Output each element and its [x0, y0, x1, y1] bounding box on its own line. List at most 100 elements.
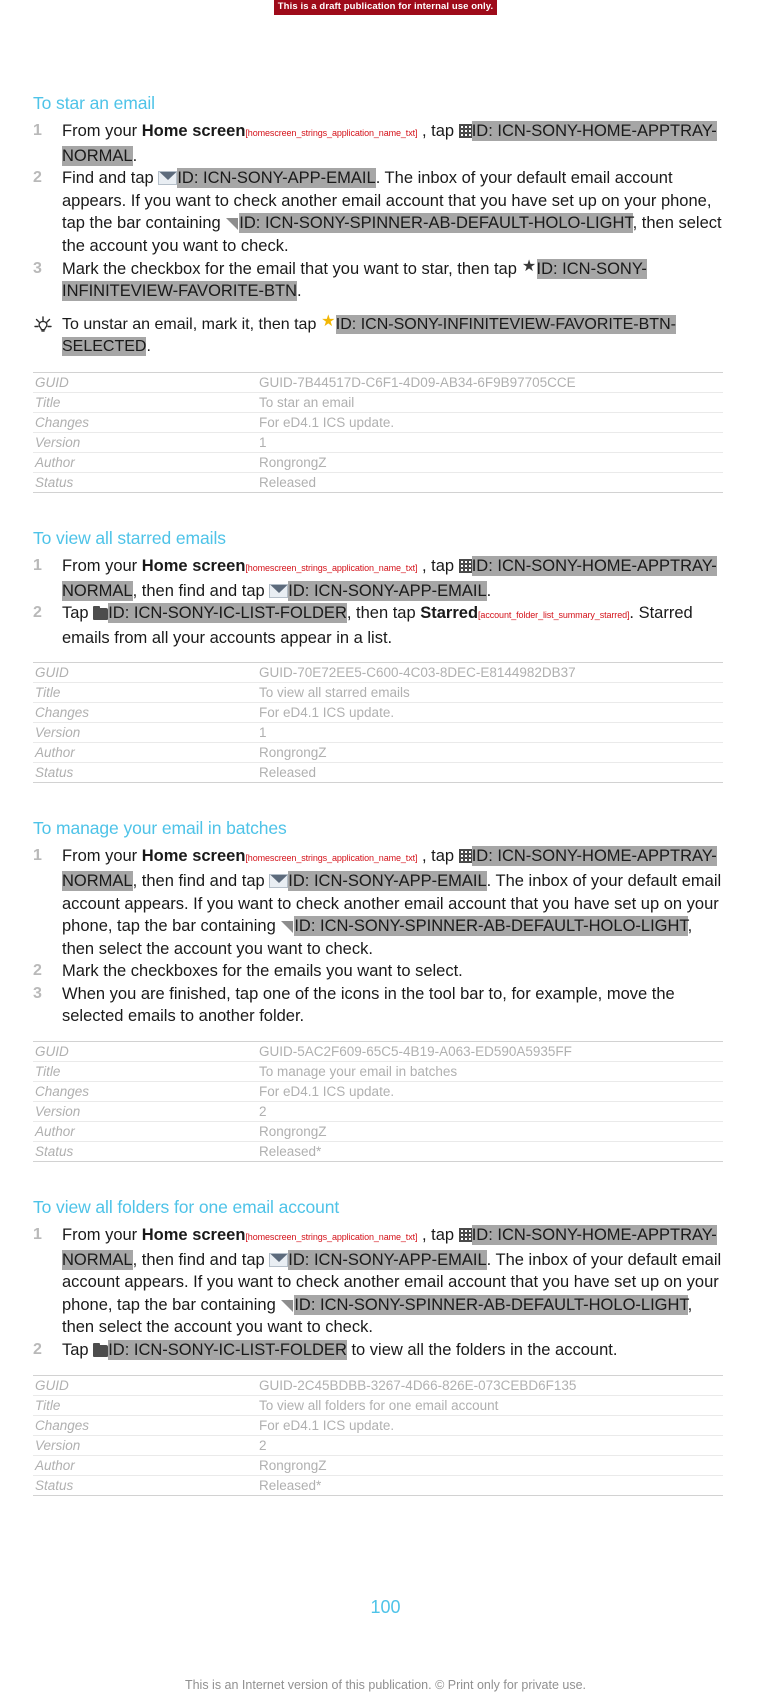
- step-text: From your Home screen[homescreen_strings…: [62, 846, 721, 958]
- emphasis-text: Home screen: [141, 556, 246, 575]
- icon-id-highlight: ID: ICN-SONY-APP-EMAIL: [177, 168, 376, 189]
- folder-icon: [93, 606, 109, 621]
- table-row: Status Released: [33, 471, 723, 493]
- table-row: Changes For eD4.1 ICS update.: [33, 411, 723, 433]
- metadata-value-status: Released: [257, 471, 723, 493]
- icon-id-highlight: ID: ICN-SONY-IC-LIST-FOLDER: [108, 1340, 347, 1361]
- table-row: Title To view all folders for one email a…: [33, 1394, 723, 1416]
- step-number: 3: [33, 984, 42, 1002]
- metadata-value-guid: GUID-7B44517D-C6F1-4D09-AB34-6F9B97705CC…: [259, 374, 576, 390]
- metadata-table: GUID GUID-70E72EE5-C600-4C03-8DEC-E814498…: [33, 662, 723, 784]
- metadata-label-version: Version: [33, 431, 257, 453]
- step-item: 1 From your Home screen[homescreen_string…: [33, 845, 723, 960]
- step-number: 1: [33, 556, 42, 574]
- step-item: 2 Tap ID: ICN-SONY-IC-LIST-FOLDER, then t…: [33, 602, 723, 649]
- table-row: Version 1: [33, 431, 723, 453]
- footer-note: This is an Internet version of this publ…: [184, 1678, 587, 1692]
- body-text: .: [486, 581, 492, 600]
- table-row: Author RongrongZ: [33, 451, 723, 473]
- document-body: To star an email 1 From your Home screen[h…: [33, 92, 723, 1530]
- step-number: 1: [33, 1226, 42, 1244]
- table-row: Status Released*: [33, 1474, 723, 1496]
- icon-id-highlight: ID: ICN-SONY-APP-EMAIL: [288, 580, 487, 601]
- apptray-icon: [458, 124, 472, 138]
- email-icon: [269, 583, 289, 598]
- metadata-value-guid: GUID-70E72EE5-C600-4C03-8DEC-E8144982DB3…: [259, 665, 576, 681]
- metadata-label-guid: GUID: [35, 1044, 69, 1060]
- body-text: From your: [62, 1226, 142, 1245]
- body-text: , then find and tap: [132, 871, 270, 890]
- metadata-label-status: Status: [33, 762, 257, 783]
- body-text: , tap: [417, 556, 459, 575]
- metadata-value-status: Released*: [257, 1474, 723, 1496]
- table-row: Author RongrongZ: [33, 1454, 723, 1476]
- draft-banner-text: This is a draft publication for internal…: [273, 0, 498, 15]
- metadata-label-version: Version: [33, 1101, 257, 1122]
- table-row: Changes For eD4.1 ICS update.: [33, 1414, 723, 1436]
- body-text: Tap: [62, 1341, 94, 1360]
- step-item: 3 Mark the checkbox for the email that yo…: [33, 258, 723, 303]
- draft-banner: This is a draft publication for internal…: [0, 0, 771, 15]
- body-text: .: [296, 282, 302, 301]
- body-text: , then find and tap: [132, 1250, 270, 1269]
- table-row: Title To star an email: [33, 391, 723, 413]
- metadata-table: GUID GUID-7B44517D-C6F1-4D09-AB34-6F9B977…: [33, 371, 723, 493]
- apptray-icon: [458, 849, 472, 864]
- metadata-value-title: To star an email: [257, 391, 723, 413]
- table-row: Author RongrongZ: [33, 1121, 723, 1142]
- metadata-value-author: RongrongZ: [257, 1454, 723, 1476]
- step-list: 1 From your Home screen[homescreen_string…: [33, 120, 723, 303]
- step-list: 1 From your Home screen[homescreen_string…: [33, 555, 723, 649]
- metadata-value-title: To view all folders for one email accoun…: [257, 1394, 723, 1416]
- body-text: Find and tap: [62, 169, 159, 188]
- string-id-annotation: [homescreen_strings_application_name_txt…: [245, 128, 418, 138]
- icon-id-highlight: ID: ICN-SONY-IC-LIST-FOLDER: [108, 603, 347, 624]
- folder-icon: [93, 1343, 109, 1358]
- section-heading: To view all starred emails: [33, 527, 226, 548]
- body-text: , then tap: [346, 604, 421, 623]
- step-text: When you are finished, tap one of the ic…: [62, 985, 675, 1026]
- section-heading: To manage your email in batches: [33, 818, 287, 839]
- table-row: Author RongrongZ: [33, 742, 723, 763]
- metadata-label-title: Title: [33, 391, 257, 413]
- icon-id-highlight: ID: ICN-SONY-SPINNER-AB-DEFAULT-HOLO-LIG…: [294, 1294, 688, 1315]
- string-id-annotation: [homescreen_strings_application_name_txt…: [245, 562, 418, 573]
- body-text: Mark the checkboxes for the emails you w…: [62, 962, 463, 981]
- procedure-section: To view all folders for one email accoun…: [33, 1196, 723, 1530]
- step-number: 1: [33, 122, 42, 139]
- star-gold-icon: ★: [321, 312, 336, 330]
- metadata-label-version: Version: [33, 722, 257, 743]
- emphasis-text: Home screen: [141, 847, 246, 866]
- metadata-value-author: RongrongZ: [257, 742, 723, 763]
- metadata-label-author: Author: [33, 742, 257, 763]
- step-text: Tap ID: ICN-SONY-IC-LIST-FOLDER, then ta…: [62, 603, 693, 647]
- step-item: 1 From your Home screen[homescreen_string…: [33, 120, 723, 167]
- step-number: 2: [33, 962, 42, 980]
- tip-text: To unstar an email, mark it, then tap ★ I…: [62, 312, 676, 357]
- metadata-value-changes: For eD4.1 ICS update.: [257, 1414, 723, 1436]
- body-text: To unstar an email, mark it, then tap: [62, 315, 321, 333]
- emphasis-text: Home screen: [141, 1226, 246, 1245]
- body-text: .: [132, 146, 138, 165]
- body-text: , tap: [417, 122, 459, 140]
- metadata-label-title: Title: [33, 1394, 257, 1416]
- procedure-section: To manage your email in batches 1 From you…: [33, 817, 723, 1196]
- metadata-value-guid: GUID-2C45BDBB-3267-4D66-826E-073CEBD6F13…: [259, 1377, 577, 1393]
- metadata-table: GUID GUID-5AC2F609-65C5-4B19-A063-ED590A5…: [33, 1041, 723, 1163]
- step-list: 1 From your Home screen[homescreen_string…: [33, 1224, 723, 1362]
- icon-id-highlight: ID: ICN-SONY-APP-EMAIL: [288, 870, 487, 891]
- string-id-annotation: [account_folder_list_summary_starred]: [478, 610, 630, 621]
- metadata-label-changes: Changes: [33, 702, 257, 723]
- metadata-label-changes: Changes: [33, 1414, 257, 1436]
- metadata-label-status: Status: [33, 471, 257, 493]
- icon-id-highlight: ID: ICN-SONY-APP-EMAIL: [288, 1249, 487, 1270]
- spinner-icon: [225, 218, 239, 231]
- step-number: 1: [33, 847, 42, 865]
- table-row: Version 2: [33, 1434, 723, 1456]
- metadata-value-title: To view all starred emails: [257, 682, 723, 703]
- email-icon: [269, 873, 289, 888]
- step-number: 2: [33, 1341, 42, 1359]
